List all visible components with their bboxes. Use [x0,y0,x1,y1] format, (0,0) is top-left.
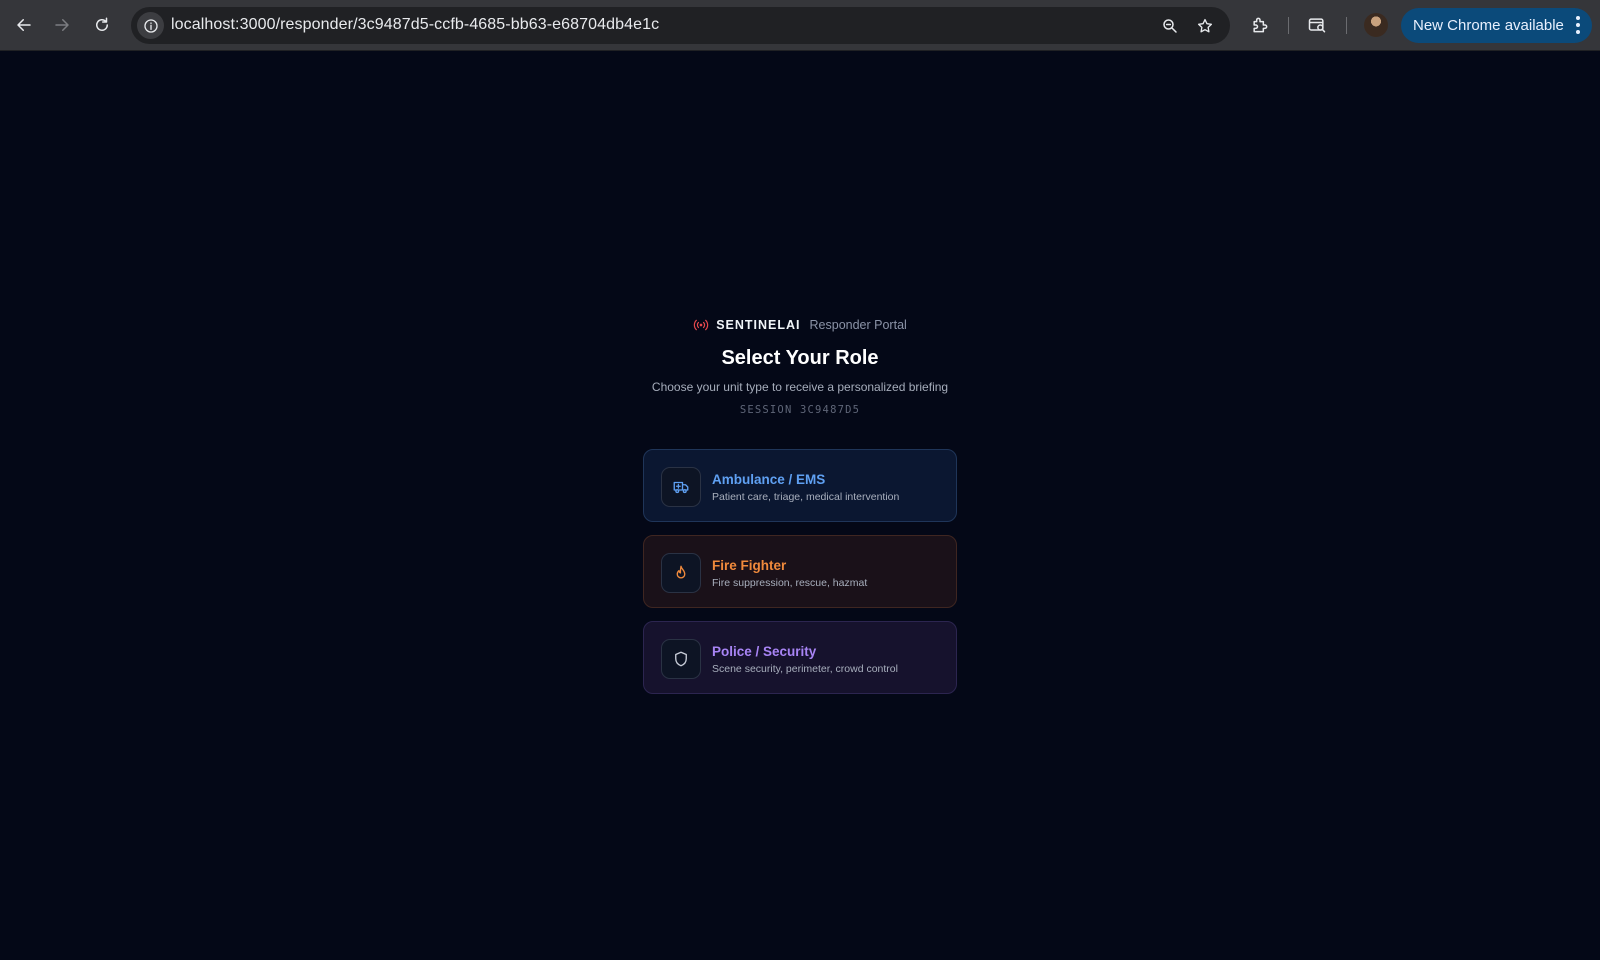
responder-portal-page: SENTINELAI Responder Portal Select Your … [0,52,1600,960]
brand-name: SENTINELAI [716,318,801,332]
tab-search-button[interactable] [1305,13,1329,37]
update-label: New Chrome available [1413,17,1564,34]
brand-header: SENTINELAI Responder Portal [0,318,1600,332]
shield-icon [675,651,687,667]
extensions-icon [1253,17,1268,33]
address-bar[interactable]: localhost:3000/responder/3c9487d5-ccfb-4… [131,7,1230,44]
role-icon-box [661,553,701,593]
site-info-icon [143,18,158,33]
portal-label: Responder Portal [809,318,907,332]
flame-icon [676,565,686,579]
page-subtitle: Choose your unit type to receive a perso… [651,380,949,394]
ambulance-icon [673,481,689,494]
toolbar-separator [1288,17,1289,34]
forward-button[interactable] [47,10,77,40]
page-title: Select Your Role [721,347,879,369]
role-title: Ambulance / EMS [712,472,826,487]
role-description: Scene security, perimeter, crowd control [712,663,898,675]
reload-icon [96,17,108,31]
update-chrome-button[interactable]: New Chrome available [1401,8,1592,43]
back-button[interactable] [9,10,39,40]
forward-arrow-icon [55,19,69,31]
back-arrow-icon [17,19,31,31]
role-description: Fire suppression, rescue, hazmat [712,577,868,589]
reload-button[interactable] [87,10,117,40]
zoom-icon [1163,19,1177,33]
role-card-ems[interactable]: Ambulance / EMS Patient care, triage, me… [643,449,957,522]
zoom-button[interactable] [1159,15,1181,37]
session-id: SESSION 3C9487D5 [739,404,861,416]
url-text[interactable]: localhost:3000/responder/3c9487d5-ccfb-4… [171,16,659,34]
extensions-button[interactable] [1248,13,1272,37]
broadcast-icon [693,318,709,332]
more-menu-icon[interactable] [1576,16,1580,34]
toolbar-separator [1346,17,1347,34]
role-title: Fire Fighter [712,558,787,573]
role-icon-box [661,467,701,507]
browser-toolbar: localhost:3000/responder/3c9487d5-ccfb-4… [0,0,1600,51]
role-description: Patient care, triage, medical interventi… [712,491,900,503]
bookmark-button[interactable] [1194,15,1216,37]
role-title: Police / Security [712,644,817,659]
bookmark-star-icon [1197,18,1213,33]
role-icon-box [661,639,701,679]
profile-avatar[interactable] [1364,13,1388,37]
role-card-police[interactable]: Police / Security Scene security, perime… [643,621,957,694]
role-card-fire[interactable]: Fire Fighter Fire suppression, rescue, h… [643,535,957,608]
tab-search-icon [1308,18,1326,33]
site-info-button[interactable] [137,12,164,39]
